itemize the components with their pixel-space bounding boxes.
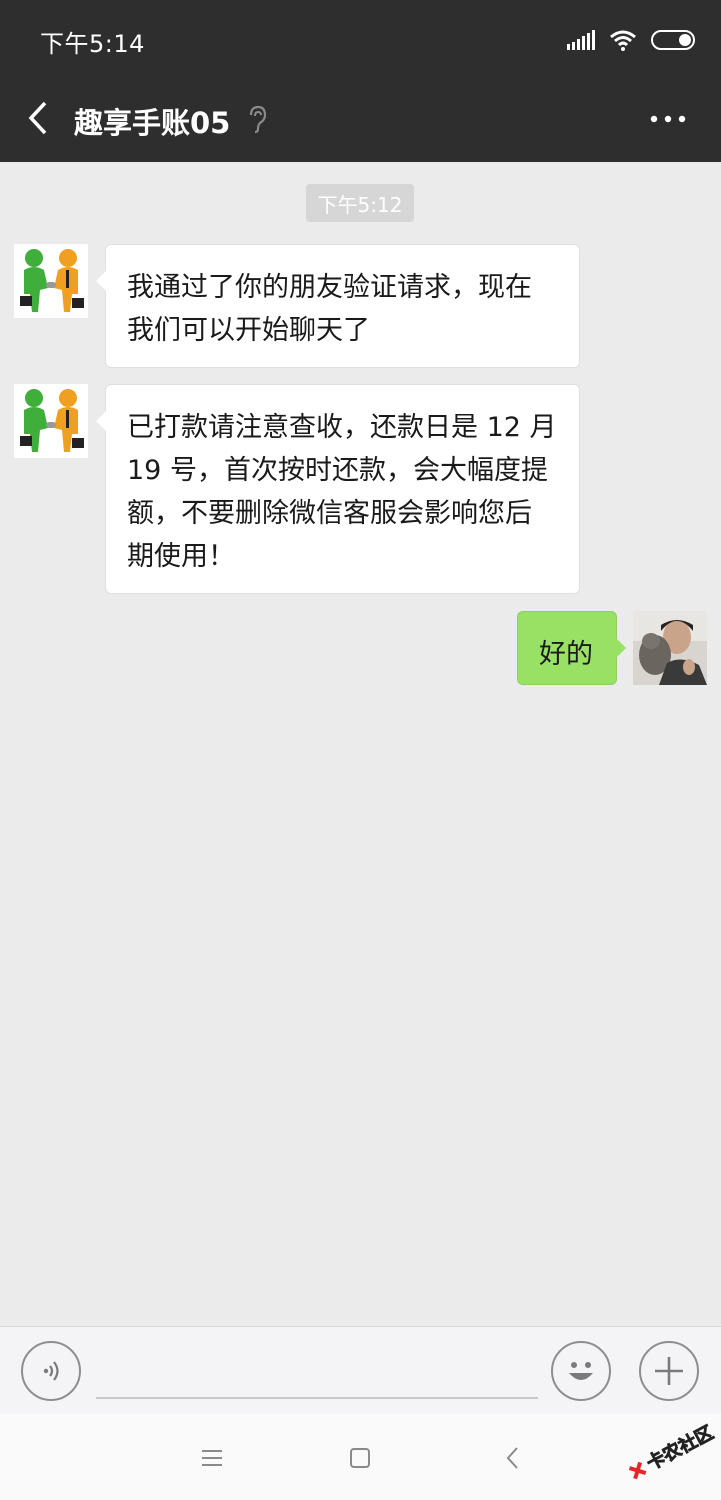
signal-icon bbox=[567, 30, 595, 50]
battery-icon bbox=[651, 30, 695, 50]
nav-back-icon bbox=[506, 1447, 518, 1469]
menu-icon bbox=[202, 1450, 222, 1466]
message-line: 额，不要删除微信客服会影响您后 bbox=[127, 498, 532, 529]
back-icon bbox=[28, 101, 47, 135]
status-icons bbox=[567, 26, 695, 54]
user-avatar[interactable] bbox=[633, 611, 707, 685]
message-bubble[interactable]: 我通过了你的朋友验证请求，现在 我们可以开始聊天了 bbox=[96, 244, 580, 368]
home-button[interactable] bbox=[338, 1436, 382, 1480]
input-bar bbox=[0, 1326, 721, 1414]
message-bubble[interactable]: 已打款请注意查收，还款日是 12 月 19 号，首次按时还款，会大幅度提 额，不… bbox=[96, 384, 580, 594]
home-icon bbox=[350, 1448, 370, 1468]
back-button[interactable] bbox=[16, 96, 60, 140]
more-icon bbox=[650, 115, 686, 123]
message-bubble-sent[interactable]: 好的 bbox=[517, 611, 626, 685]
message-line: 好的 bbox=[539, 639, 593, 670]
emoji-icon bbox=[569, 1362, 593, 1380]
more-button[interactable] bbox=[641, 104, 695, 134]
message-line: 19 号，首次按时还款，会大幅度提 bbox=[127, 455, 548, 486]
status-bar: 下午5:14 bbox=[0, 0, 721, 80]
system-nav-bar bbox=[0, 1414, 721, 1500]
chat-title: 趣享手账05 bbox=[74, 106, 231, 140]
handshake-avatar-image bbox=[14, 244, 88, 318]
contact-avatar[interactable] bbox=[14, 384, 88, 458]
more-functions-button[interactable] bbox=[639, 1341, 699, 1401]
chat-header: 趣享手账05 bbox=[0, 80, 721, 162]
emoji-button[interactable] bbox=[551, 1341, 611, 1401]
nav-back-button[interactable] bbox=[490, 1436, 534, 1480]
plus-icon bbox=[655, 1357, 683, 1385]
message-timestamp: 下午5:12 bbox=[306, 184, 414, 222]
message-line: 我们可以开始聊天了 bbox=[127, 315, 370, 346]
message-line: 期使用！ bbox=[127, 541, 235, 572]
voice-icon bbox=[43, 1361, 59, 1381]
ear-icon bbox=[249, 105, 267, 134]
status-time: 下午5:14 bbox=[40, 30, 145, 58]
message-line: 我通过了你的朋友验证请求，现在 bbox=[127, 272, 532, 303]
user-photo-image bbox=[633, 611, 707, 685]
message-line: 已打款请注意查收，还款日是 12 月 bbox=[127, 412, 557, 443]
wifi-icon bbox=[610, 30, 636, 51]
voice-button[interactable] bbox=[21, 1341, 81, 1401]
contact-avatar[interactable] bbox=[14, 244, 88, 318]
handshake-avatar-image bbox=[14, 384, 88, 458]
menu-button[interactable] bbox=[190, 1436, 234, 1480]
watermark-logo: 卡农社区 bbox=[628, 1421, 717, 1480]
chat-area[interactable]: 下午5:12 我通过了你的朋友验证请求，现在 我们可以开始聊天了 已打款请注意查… bbox=[0, 162, 721, 1326]
watermark-text: 卡农社区 bbox=[643, 1421, 717, 1474]
message-input[interactable] bbox=[96, 1343, 538, 1399]
